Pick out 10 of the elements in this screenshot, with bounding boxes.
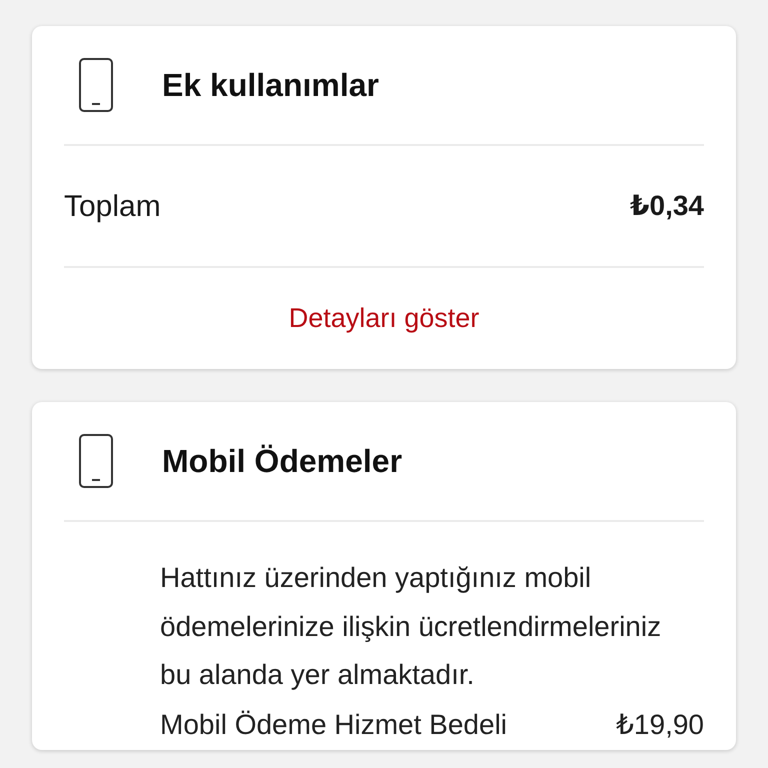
amount-text: ₺0,34 (630, 189, 704, 223)
card-title: Mobil Ödemeler (162, 442, 402, 480)
item-label: Mobil Ödeme Hizmet Bedeli (160, 708, 508, 742)
amount-text: ₺19,90 (616, 708, 704, 742)
description-text: Hattınız üzerinden yaptığınız mobil ödemelerinize ilişkin ücretlendirmeleriniz bu alanda yer almaktadır. (160, 561, 662, 692)
total-label: Toplam (64, 188, 161, 224)
phone-icon (79, 58, 113, 112)
phone-icon (79, 434, 113, 488)
card-title: Ek kullanımlar (162, 66, 379, 104)
details-link[interactable]: Detayları göster (288, 298, 480, 339)
